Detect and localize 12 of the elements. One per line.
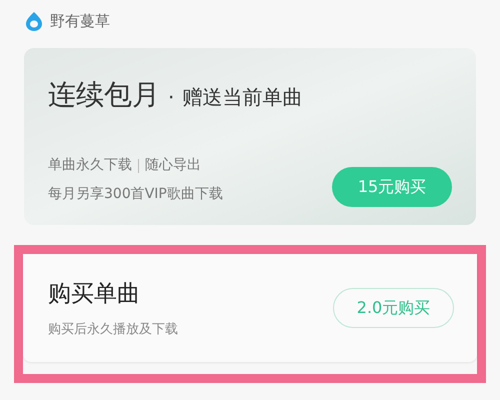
monthly-buy-button[interactable]: 15元购买	[332, 167, 452, 207]
plan-feature: 单曲永久下载	[48, 156, 132, 175]
plan-title: 连续包月	[48, 77, 160, 113]
plan-subtitle: 赠送当前单曲	[182, 84, 302, 111]
plan-feature: 随心导出	[145, 156, 201, 175]
plan-note: 每月另享300首VIP歌曲下载	[48, 185, 223, 204]
single-description: 购买后永久播放及下载	[48, 320, 178, 338]
separator-dot: ·	[168, 84, 174, 111]
single-title: 购买单曲	[48, 280, 141, 309]
single-buy-button[interactable]: 2.0元购买	[333, 288, 454, 328]
song-title: 野有蔓草	[50, 10, 110, 32]
app-logo-icon	[25, 11, 43, 31]
